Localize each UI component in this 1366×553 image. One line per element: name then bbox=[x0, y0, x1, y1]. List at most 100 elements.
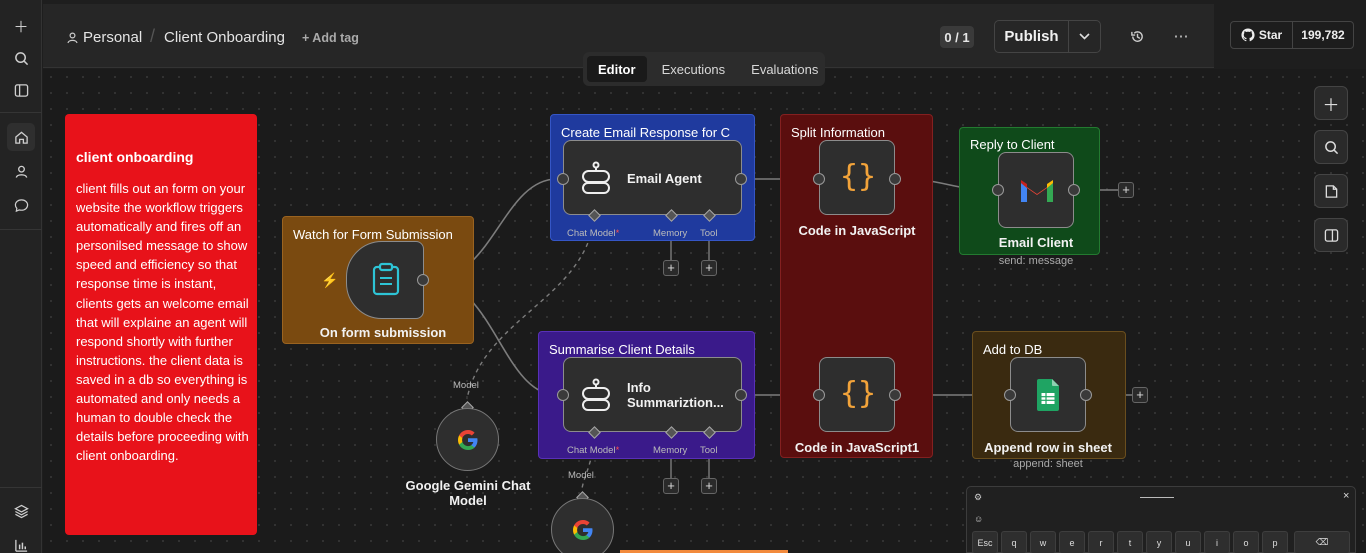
on-screen-keyboard: ⚙ × ☺ Esc q w e r t y u i o p ⌫ bbox=[966, 486, 1356, 553]
insights-icon[interactable] bbox=[7, 531, 35, 553]
input-port[interactable] bbox=[1004, 389, 1016, 401]
key-i[interactable]: i bbox=[1204, 531, 1230, 553]
node-label: On form submission bbox=[319, 325, 447, 340]
add-node-button[interactable]: + bbox=[1118, 182, 1134, 198]
keyboard-close-icon[interactable]: × bbox=[1343, 490, 1349, 502]
input-port[interactable] bbox=[992, 184, 1004, 196]
node-label: Code in JavaScript1 bbox=[794, 440, 920, 455]
key-t[interactable]: t bbox=[1117, 531, 1143, 553]
breadcrumb-project[interactable]: Personal bbox=[83, 29, 142, 46]
gemini-model-node[interactable] bbox=[436, 408, 499, 471]
chevron-down-icon[interactable] bbox=[1069, 21, 1100, 52]
keyboard-drag-handle[interactable] bbox=[1140, 497, 1174, 498]
code-braces-icon: {} bbox=[840, 376, 877, 411]
plus-icon[interactable]: ＋ bbox=[7, 12, 35, 40]
node-label: Email Client bbox=[998, 235, 1074, 250]
panel-icon bbox=[1324, 228, 1338, 242]
github-star-button[interactable]: Star bbox=[1231, 22, 1293, 48]
trigger-bolt-icon: ⚡ bbox=[321, 272, 339, 288]
add-node-button[interactable]: + bbox=[1132, 387, 1148, 403]
publish-button[interactable]: Publish bbox=[995, 21, 1069, 52]
gmail-node[interactable] bbox=[998, 152, 1074, 228]
output-port[interactable] bbox=[889, 389, 901, 401]
more-options-icon[interactable]: ⋯ bbox=[1171, 26, 1191, 46]
user-icon[interactable] bbox=[7, 157, 35, 185]
sticky-note-button[interactable] bbox=[1314, 174, 1348, 208]
user-small-icon bbox=[67, 31, 78, 49]
node-label: Google Gemini Chat Model bbox=[405, 478, 531, 508]
publish-button-group[interactable]: Publish bbox=[994, 20, 1101, 53]
group-title: Create Email Response for C bbox=[561, 125, 731, 140]
active-counter-badge: 0 / 1 bbox=[940, 26, 974, 48]
github-star-widget[interactable]: Star 199,782 bbox=[1230, 21, 1354, 49]
search-icon[interactable] bbox=[7, 44, 35, 72]
github-star-count: 199,782 bbox=[1301, 28, 1345, 42]
search-nodes-button[interactable] bbox=[1314, 130, 1348, 164]
key-esc[interactable]: Esc bbox=[972, 531, 998, 553]
home-icon[interactable] bbox=[7, 123, 35, 151]
tool-label: Tool bbox=[700, 228, 718, 239]
sidebar-toggle-icon[interactable] bbox=[7, 76, 35, 104]
workflow-canvas[interactable]: client onboarding client fills out an fo… bbox=[43, 69, 1366, 553]
output-port[interactable] bbox=[735, 173, 747, 185]
chat-model-label: Chat Model* bbox=[567, 445, 620, 456]
side-panel-button[interactable] bbox=[1314, 218, 1348, 252]
history-icon[interactable] bbox=[1127, 26, 1147, 46]
key-o[interactable]: o bbox=[1233, 531, 1259, 553]
model-port-label: Model bbox=[453, 380, 479, 391]
clipboard-icon bbox=[371, 262, 401, 301]
output-port[interactable] bbox=[889, 173, 901, 185]
key-q[interactable]: q bbox=[1001, 531, 1027, 553]
group-title: Reply to Client bbox=[970, 137, 1055, 152]
info-summarization-node[interactable]: Info Summariztion... bbox=[563, 357, 742, 432]
add-memory-button[interactable]: + bbox=[663, 478, 679, 494]
code-node[interactable]: {} bbox=[819, 140, 895, 215]
key-y[interactable]: y bbox=[1146, 531, 1172, 553]
input-port[interactable] bbox=[813, 389, 825, 401]
tab-editor[interactable]: Editor bbox=[587, 56, 647, 82]
key-u[interactable]: u bbox=[1175, 531, 1201, 553]
keyboard-emoji-icon[interactable]: ☺ bbox=[974, 514, 983, 524]
code-node-1[interactable]: {} bbox=[819, 357, 895, 432]
chat-icon[interactable] bbox=[7, 191, 35, 219]
keyboard-settings-icon[interactable]: ⚙ bbox=[974, 492, 982, 503]
node-label: Email Agent bbox=[627, 171, 702, 186]
templates-icon[interactable] bbox=[7, 497, 35, 525]
form-trigger-node[interactable] bbox=[346, 241, 424, 319]
key-w[interactable]: w bbox=[1030, 531, 1056, 553]
node-subtitle: append: sheet bbox=[1013, 458, 1083, 470]
key-backspace[interactable]: ⌫ bbox=[1294, 531, 1350, 553]
output-port[interactable] bbox=[735, 389, 747, 401]
output-port[interactable] bbox=[1080, 389, 1092, 401]
input-port[interactable] bbox=[557, 173, 569, 185]
output-port[interactable] bbox=[417, 274, 429, 286]
add-tool-button[interactable]: + bbox=[701, 478, 717, 494]
input-port[interactable] bbox=[813, 173, 825, 185]
gemini-model-node-2[interactable] bbox=[551, 498, 614, 553]
input-port[interactable] bbox=[557, 389, 569, 401]
add-tag-button[interactable]: + Add tag bbox=[302, 31, 359, 45]
key-e[interactable]: e bbox=[1059, 531, 1085, 553]
sticky-note-title: client onboarding bbox=[76, 149, 194, 165]
google-sheets-node[interactable] bbox=[1010, 357, 1086, 432]
key-r[interactable]: r bbox=[1088, 531, 1114, 553]
email-agent-node[interactable]: Email Agent bbox=[563, 140, 742, 215]
key-p[interactable]: p bbox=[1262, 531, 1288, 553]
code-braces-icon: {} bbox=[840, 159, 877, 194]
model-port-label: Model bbox=[568, 470, 594, 481]
node-label: Code in JavaScript bbox=[798, 223, 916, 238]
tool-label: Tool bbox=[700, 445, 718, 456]
robot-icon bbox=[579, 378, 613, 417]
sticky-note[interactable]: client onboarding client fills out an fo… bbox=[65, 114, 257, 535]
node-subtitle: send: message bbox=[998, 255, 1074, 267]
add-tool-button[interactable]: + bbox=[701, 260, 717, 276]
tab-executions[interactable]: Executions bbox=[651, 56, 737, 82]
add-node-panel-button[interactable]: ＋ bbox=[1314, 86, 1348, 120]
memory-label: Memory bbox=[653, 445, 688, 456]
workflow-name[interactable]: Client Onboarding bbox=[164, 29, 285, 46]
add-memory-button[interactable]: + bbox=[663, 260, 679, 276]
tab-evaluations[interactable]: Evaluations bbox=[740, 56, 829, 82]
github-icon bbox=[1241, 28, 1255, 42]
output-port[interactable] bbox=[1068, 184, 1080, 196]
view-tabs: Editor Executions Evaluations bbox=[583, 52, 825, 86]
